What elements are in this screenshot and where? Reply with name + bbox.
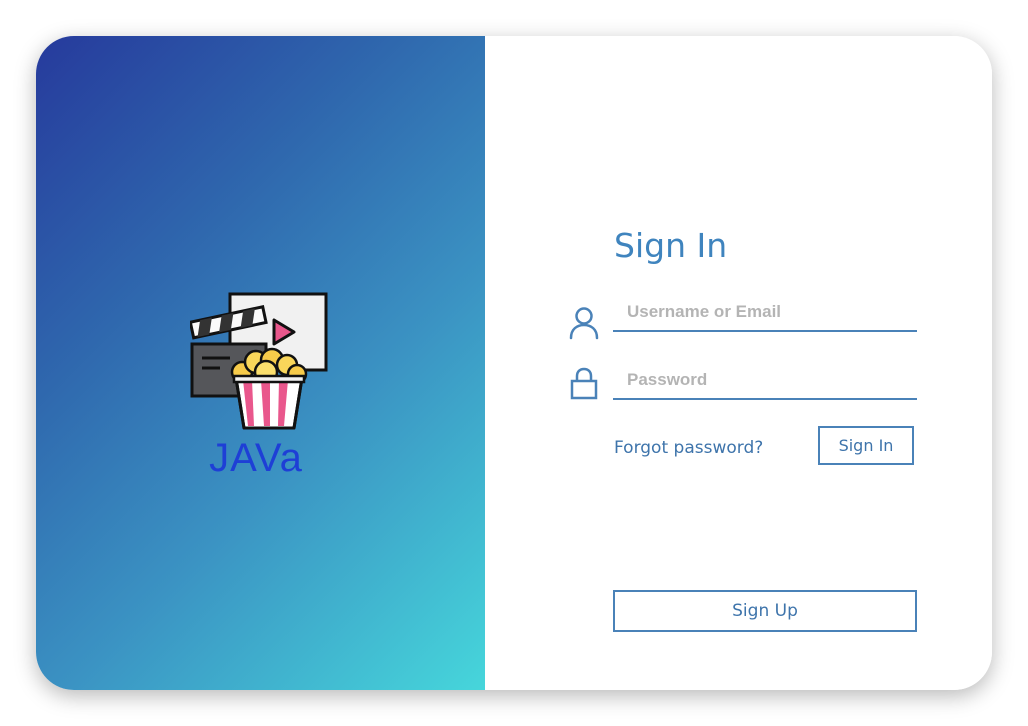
password-field[interactable] xyxy=(613,362,917,400)
signin-panel: Sign In Forgot password? Sign In Sign Up xyxy=(485,36,992,690)
signin-button[interactable]: Sign In xyxy=(818,426,914,465)
lock-icon xyxy=(570,367,598,400)
user-icon xyxy=(569,307,599,340)
brand-panel: JAVa xyxy=(36,36,485,690)
movie-clapperboard-popcorn-icon xyxy=(190,292,328,430)
brand-name: JAVa xyxy=(209,436,303,480)
signup-button[interactable]: Sign Up xyxy=(613,590,917,632)
page-title: Sign In xyxy=(614,226,728,265)
login-window: JAVa Sign In Forgot password? Sign In Si… xyxy=(36,36,992,690)
forgot-password-link[interactable]: Forgot password? xyxy=(614,438,763,458)
username-field[interactable] xyxy=(613,294,917,332)
